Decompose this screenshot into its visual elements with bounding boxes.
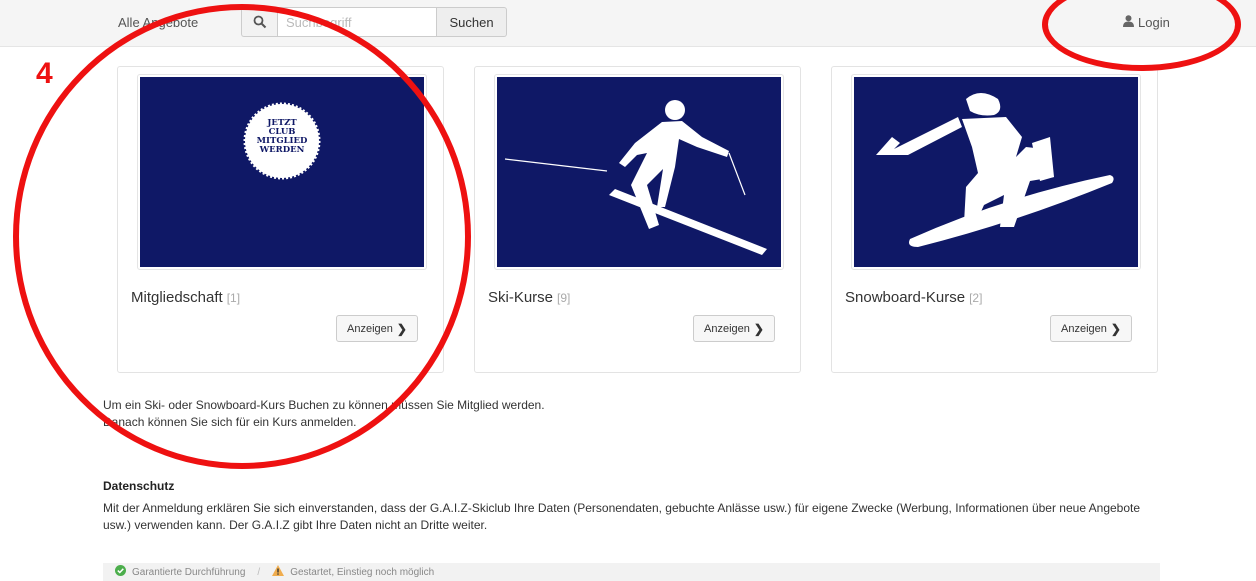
nav-all-offers[interactable]: Alle Angebote xyxy=(118,15,198,30)
card-image[interactable] xyxy=(494,74,784,270)
status-legend: Garantierte Durchführung / Gestartet, Ei… xyxy=(103,563,1160,581)
search-button[interactable]: Suchen xyxy=(437,7,507,37)
user-icon xyxy=(1123,15,1134,30)
legend-separator: / xyxy=(257,566,261,578)
login-label: Login xyxy=(1138,15,1170,30)
login-link[interactable]: Login xyxy=(1123,15,1170,30)
chevron-right-icon: ❯ xyxy=(396,321,407,336)
card-title[interactable]: Snowboard-Kurse [2] xyxy=(845,289,982,306)
card-count: [1] xyxy=(226,291,241,305)
top-navbar: Alle Angebote Suchen Login xyxy=(0,0,1256,47)
search-icon xyxy=(241,7,277,37)
warning-icon xyxy=(272,565,285,579)
info-line: Danach können Sie sich für ein Kurs anme… xyxy=(103,415,357,429)
category-card-ski[interactable]: Ski-Kurse [9] Anzeigen ❯ xyxy=(474,66,801,373)
card-count: [9] xyxy=(557,291,571,305)
chevron-right-icon: ❯ xyxy=(1110,321,1121,336)
search-form: Suchen xyxy=(241,7,507,37)
show-button[interactable]: Anzeigen ❯ xyxy=(693,315,775,342)
skier-icon xyxy=(504,100,767,255)
badge-text: JETZT CLUB MITGLIED WERDEN xyxy=(256,118,308,155)
search-input[interactable] xyxy=(277,7,437,37)
chevron-right-icon: ❯ xyxy=(753,321,764,336)
card-title[interactable]: Ski-Kurse [9] xyxy=(488,289,570,306)
privacy-text: Mit der Anmeldung erklären Sie sich einv… xyxy=(103,501,1141,532)
card-title[interactable]: Mitgliedschaft [1] xyxy=(131,289,240,306)
privacy-title: Datenschutz xyxy=(103,479,175,493)
card-image[interactable]: JETZT CLUB MITGLIED WERDEN xyxy=(137,74,427,270)
check-circle-icon xyxy=(115,565,126,579)
card-count: [2] xyxy=(969,291,983,305)
category-card-snowboard[interactable]: Snowboard-Kurse [2] Anzeigen ❯ xyxy=(831,66,1158,373)
show-button[interactable]: Anzeigen ❯ xyxy=(1050,315,1132,342)
legend-guaranteed: Garantierte Durchführung xyxy=(132,566,246,578)
card-image[interactable] xyxy=(851,74,1141,270)
step-number-annotation: 4 xyxy=(36,57,53,90)
category-card-membership[interactable]: JETZT CLUB MITGLIED WERDEN Mitgliedschaf… xyxy=(117,66,444,373)
membership-info: Um ein Ski- oder Snowboard-Kurs Buchen z… xyxy=(103,397,545,431)
info-line: Um ein Ski- oder Snowboard-Kurs Buchen z… xyxy=(103,398,545,412)
membership-badge-icon xyxy=(243,102,321,180)
legend-started: Gestartet, Einstieg noch möglich xyxy=(290,566,435,578)
show-button[interactable]: Anzeigen ❯ xyxy=(336,315,418,342)
snowboarder-icon xyxy=(876,93,1114,247)
